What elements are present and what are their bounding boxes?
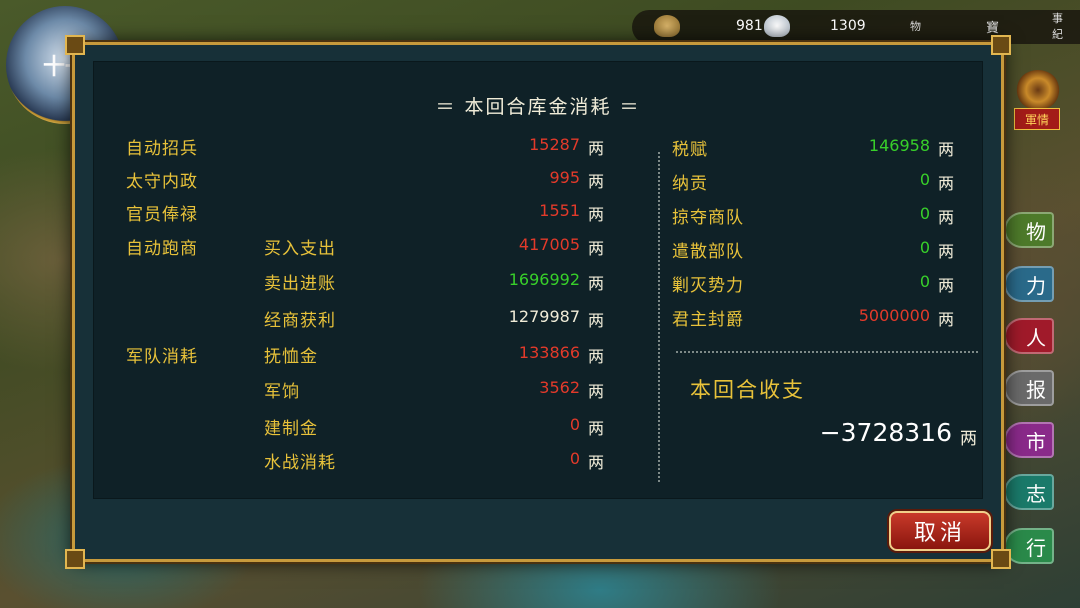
expense-subcategory-label: 军饷 <box>264 382 300 402</box>
side-items-label: 物 <box>1026 219 1046 244</box>
side-button-market[interactable]: 市 <box>1004 422 1054 458</box>
side-action-label: 行 <box>1026 535 1046 560</box>
currency-unit: 两 <box>938 174 955 193</box>
side-button-action[interactable]: 行 <box>1004 528 1054 564</box>
income-category-label: 纳贡 <box>672 174 708 194</box>
expense-subcategory-label: 建制金 <box>264 419 318 439</box>
cancel-label: 取消 <box>913 521 966 546</box>
income-value: 0 <box>919 204 930 223</box>
income-category-label: 掠夺商队 <box>672 208 744 228</box>
treasury-expense-dialog: ＝ 本回合库金消耗 ＝ 自动招兵 15287 两太守内政 995 两官员俸禄 1551 两自… <box>65 35 1011 569</box>
corner-ornament <box>65 35 85 55</box>
round-balance-value: −3728316 <box>819 418 952 447</box>
corner-ornament <box>991 35 1011 55</box>
expense-category-label: 自动招兵 <box>126 139 198 159</box>
expense-value: 0 <box>569 449 580 468</box>
expense-subcategory-label: 买入支出 <box>264 239 336 259</box>
resource-grain: 981 <box>654 14 763 38</box>
grain-value: 981 <box>736 18 763 34</box>
summary-divider <box>676 351 978 353</box>
military-intel-button[interactable]: 軍情 <box>1014 108 1060 130</box>
expense-category-label: 军队消耗 <box>126 347 198 367</box>
corner-ornament <box>65 549 85 569</box>
expense-value: 3562 <box>539 378 580 397</box>
expense-value: 15287 <box>529 135 580 154</box>
currency-unit: 两 <box>588 311 605 330</box>
expense-subcategory-label: 水战消耗 <box>264 453 336 473</box>
silver-icon <box>764 15 790 37</box>
currency-unit: 两 <box>938 208 955 227</box>
side-button-report[interactable]: 报 <box>1004 370 1054 406</box>
side-button-items[interactable]: 物 <box>1004 212 1054 248</box>
topbar-btn-events[interactable]: 事紀 <box>1052 12 1072 41</box>
income-value: 0 <box>919 238 930 257</box>
side-button-forces[interactable]: 力 <box>1004 266 1054 302</box>
expense-value: 0 <box>569 415 580 434</box>
expense-value: 1696992 <box>508 270 580 289</box>
currency-unit: 两 <box>588 453 605 472</box>
round-balance-label: 本回合收支 <box>690 378 805 402</box>
round-balance-unit: 两 <box>960 429 977 449</box>
expense-category-label: 太守内政 <box>126 172 198 192</box>
silver-value: 1309 <box>830 18 866 34</box>
side-report-label: 报 <box>1026 377 1046 402</box>
cancel-button[interactable]: 取消 <box>889 511 991 551</box>
expense-subcategory-label: 抚恤金 <box>264 347 318 367</box>
currency-unit: 两 <box>938 310 955 329</box>
items-label: 物 <box>910 20 921 33</box>
expense-value: 417005 <box>518 235 580 254</box>
dialog-content: ＝ 本回合库金消耗 ＝ 自动招兵 15287 两太守内政 995 两官员俸禄 1551 两自… <box>93 61 983 499</box>
grain-sack-icon <box>654 15 680 37</box>
topbar-btn-items[interactable]: 物 <box>910 14 921 38</box>
dialog-title: ＝ 本回合库金消耗 ＝ <box>435 96 641 118</box>
income-value: 0 <box>919 170 930 189</box>
resource-silver: 1309 <box>764 14 866 38</box>
currency-unit: 两 <box>938 242 955 261</box>
military-intel-label: 軍情 <box>1024 112 1049 127</box>
income-category-label: 税赋 <box>672 140 708 160</box>
side-people-label: 人 <box>1026 325 1046 350</box>
side-chronicle-label: 志 <box>1026 481 1046 506</box>
expense-subcategory-label: 卖出进账 <box>264 274 336 294</box>
side-market-label: 市 <box>1026 429 1046 454</box>
expense-value: 133866 <box>518 343 580 362</box>
currency-unit: 两 <box>588 419 605 438</box>
expense-value: 1551 <box>539 201 580 220</box>
side-button-people[interactable]: 人 <box>1004 318 1054 354</box>
expense-value: 1279987 <box>508 307 580 326</box>
currency-unit: 两 <box>938 276 955 295</box>
shop-label: 寶 <box>986 20 1000 36</box>
expense-subcategory-label: 经商获利 <box>264 311 336 331</box>
currency-unit: 两 <box>588 205 605 224</box>
side-forces-label: 力 <box>1026 273 1046 298</box>
currency-unit: 两 <box>588 139 605 158</box>
currency-unit: 两 <box>588 239 605 258</box>
column-divider <box>658 152 660 482</box>
income-value: 5000000 <box>858 306 930 325</box>
currency-unit: 两 <box>588 172 605 191</box>
expense-category-label: 自动跑商 <box>126 239 198 259</box>
corner-ornament <box>991 549 1011 569</box>
events-label: 事紀 <box>1052 12 1063 41</box>
expense-value: 995 <box>549 168 580 187</box>
currency-unit: 两 <box>588 274 605 293</box>
income-value: 0 <box>919 272 930 291</box>
income-category-label: 剿灭势力 <box>672 276 744 296</box>
income-value: 146958 <box>868 136 930 155</box>
currency-unit: 两 <box>588 347 605 366</box>
gong-icon[interactable] <box>1016 70 1060 110</box>
income-category-label: 君主封爵 <box>672 310 744 330</box>
currency-unit: 两 <box>938 140 955 159</box>
expense-category-label: 官员俸禄 <box>126 205 198 225</box>
currency-unit: 两 <box>588 382 605 401</box>
side-button-chronicle[interactable]: 志 <box>1004 474 1054 510</box>
income-category-label: 遣散部队 <box>672 242 744 262</box>
